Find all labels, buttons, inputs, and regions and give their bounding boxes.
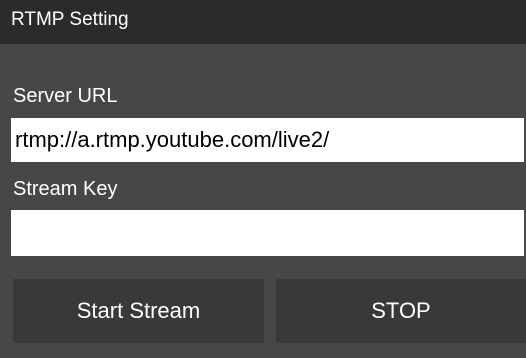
- server-url-input[interactable]: [11, 118, 524, 162]
- rtmp-setting-panel: RTMP Setting Server URL Stream Key Start…: [0, 0, 526, 358]
- stop-button[interactable]: STOP: [276, 279, 526, 343]
- stream-key-label: Stream Key: [13, 178, 118, 200]
- panel-title: RTMP Setting: [0, 0, 526, 44]
- stream-key-input[interactable]: [11, 210, 524, 256]
- server-url-label: Server URL: [13, 85, 118, 107]
- start-stream-button[interactable]: Start Stream: [13, 279, 264, 343]
